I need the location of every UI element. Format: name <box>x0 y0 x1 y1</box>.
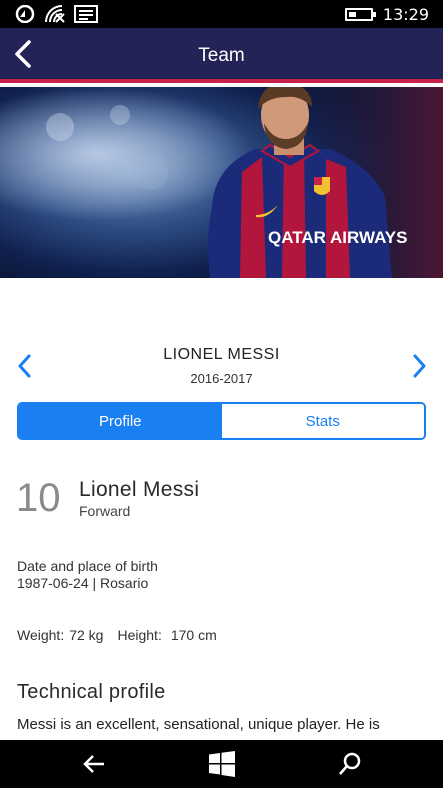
system-search-button[interactable] <box>320 740 380 788</box>
profile-stats-tabs: Profile Stats <box>17 402 426 440</box>
technical-profile-heading: Technical profile <box>17 681 166 703</box>
season-label: 2016-2017 <box>190 371 253 386</box>
app-header: Team <box>0 28 443 83</box>
shirt-number: 10 <box>16 476 61 520</box>
notification-icon <box>15 5 35 23</box>
tab-stats[interactable]: Stats <box>221 404 424 438</box>
player-full-name: Lionel Messi <box>79 478 200 501</box>
technical-profile-text: Messi is an excellent, sensational, uniq… <box>17 716 380 733</box>
previous-player-button[interactable] <box>12 352 36 380</box>
wifi-icon <box>45 5 65 23</box>
system-start-button[interactable] <box>192 740 252 788</box>
search-icon <box>339 752 361 775</box>
weight-value: 72 kg <box>69 627 104 643</box>
windows-icon <box>209 751 235 777</box>
player-hero-image: QATAR AIRWAYS <box>0 87 443 278</box>
weight-label: Weight: <box>17 627 65 643</box>
chevron-right-icon <box>413 354 426 378</box>
body-measures: Weight: 72 kg Height: 170 cm <box>17 627 217 643</box>
height-value: 170 cm <box>170 627 217 643</box>
player-name-heading: LIONEL MESSI <box>163 346 280 363</box>
birth-value: 1987-06-24 | Rosario <box>17 575 149 591</box>
player-photo: QATAR AIRWAYS <box>0 87 443 278</box>
page-title: Team <box>198 45 245 66</box>
shirt-sponsor-text: QATAR AIRWAYS <box>268 228 407 247</box>
system-nav-bar <box>0 740 443 788</box>
chevron-left-icon <box>18 354 31 378</box>
battery-icon <box>345 8 376 21</box>
message-icon <box>74 5 98 23</box>
status-bar: 13:29 <box>0 0 443 28</box>
player-position: Forward <box>79 503 131 519</box>
height-label: Height: <box>117 627 162 643</box>
tab-profile[interactable]: Profile <box>19 404 222 438</box>
system-back-button[interactable] <box>64 740 124 788</box>
status-time: 13:29 <box>382 5 429 24</box>
arrow-left-icon <box>83 755 104 773</box>
birth-label: Date and place of birth <box>17 558 158 574</box>
next-player-button[interactable] <box>408 352 432 380</box>
battery-fill <box>349 12 356 17</box>
